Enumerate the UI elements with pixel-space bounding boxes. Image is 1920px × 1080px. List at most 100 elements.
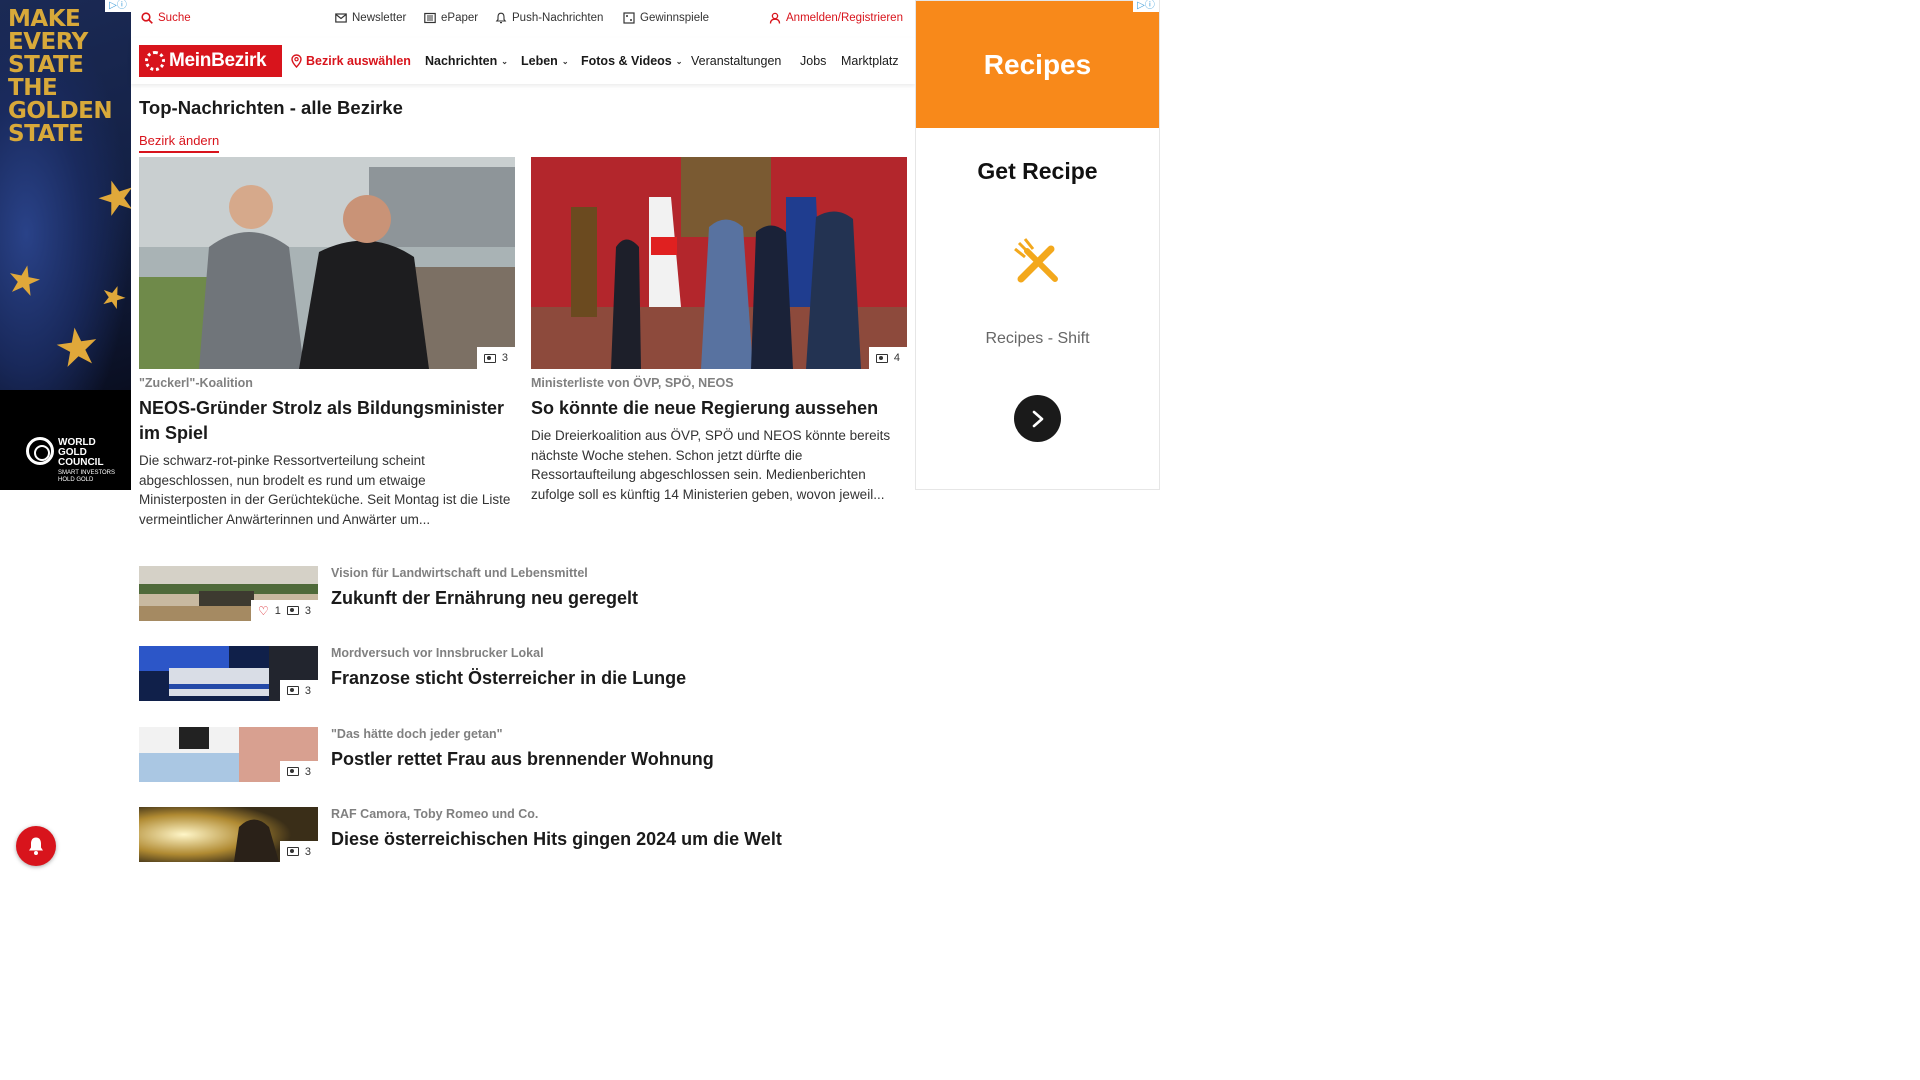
article-headline[interactable]: Franzose sticht Österreicher in die Lung… [331, 668, 686, 689]
article-headline[interactable]: So könnte die neue Regierung aussehen [531, 396, 907, 421]
pick-district-label: Bezirk auswählen [306, 54, 411, 68]
mail-icon [335, 13, 347, 23]
epaper-label: ePaper [441, 12, 479, 24]
section-title: Top-Nachrichten - alle Bezirke [139, 97, 403, 118]
photo-count-badge: 3 [279, 680, 318, 701]
featured-article[interactable]: 4 Ministerliste von ÖVP, SPÖ, NEOS So kö… [531, 157, 907, 504]
right-ad-banner[interactable]: Recipes Get Recipe Recipes - Shift [915, 0, 1160, 490]
nav-item-nachrichten[interactable]: Nachrichten ⌄ [425, 54, 508, 68]
nav-scroll-fade [895, 38, 915, 84]
bell-icon [29, 837, 43, 855]
fork-knife-icon [1014, 238, 1058, 283]
nav-item-leben[interactable]: Leben ⌄ [521, 54, 569, 68]
location-pin-icon [291, 54, 302, 68]
chevron-right-icon [1032, 410, 1043, 427]
photo-count-badge: 3 [279, 841, 318, 862]
photo-count: 3 [304, 604, 311, 617]
main-navigation: MeinBezirk Bezirk auswählen Nachrichten ⌄… [131, 38, 915, 84]
article-headline[interactable]: Postler rettet Frau aus brennender Wohnu… [331, 749, 714, 770]
pick-district-button[interactable]: Bezirk auswählen [291, 54, 411, 68]
article-kicker: Mordversuch vor Innsbrucker Lokal [331, 646, 544, 660]
chevron-down-icon: ⌄ [561, 56, 569, 66]
camera-icon [286, 767, 299, 776]
nav-item-veranstaltungen[interactable]: Veranstaltungen [691, 54, 781, 68]
article-kicker: Ministerliste von ÖVP, SPÖ, NEOS [531, 376, 734, 390]
article-photo [531, 157, 907, 369]
ad-tagline: SMART INVESTORS HOLD GOLD [58, 470, 116, 483]
reactions-badge: ♡ 1 3 [250, 600, 318, 621]
photo-count: 3 [304, 684, 311, 697]
article-thumbnail[interactable]: 3 [139, 807, 318, 862]
featured-article[interactable]: 3 "Zuckerl"-Koalition NEOS-Gründer Strol… [139, 157, 515, 529]
newsletter-link[interactable]: Newsletter [335, 12, 406, 24]
nav-item-label: Veranstaltungen [691, 54, 782, 68]
article-headline[interactable]: NEOS-Gründer Strolz als Bildungsminister… [139, 396, 515, 446]
epaper-link[interactable]: ePaper [424, 12, 478, 24]
list-item[interactable]: 3 RAF Camora, Toby Romeo und Co. Diese ö… [139, 807, 907, 862]
photo-count-badge: 3 [279, 761, 318, 782]
nav-item-marktplatz[interactable]: Marktplatz [841, 54, 899, 68]
heart-icon: ♡ [257, 603, 269, 618]
page: ★ ★ ★ ★ MAKE EVERY STATE THE GOLDEN STAT… [0, 0, 1568, 882]
article-headline[interactable]: Diese österreichischen Hits gingen 2024 … [331, 829, 782, 850]
adchoices-icon[interactable]: ▷ⓘ [105, 0, 131, 12]
photo-count: 3 [501, 352, 508, 364]
camera-icon [286, 606, 299, 615]
list-item[interactable]: 3 "Das hätte doch jeder getan" Postler r… [139, 727, 907, 782]
left-ad-banner[interactable]: ★ ★ ★ ★ MAKE EVERY STATE THE GOLDEN STAT… [0, 0, 131, 490]
photo-count-badge: 4 [868, 347, 907, 369]
ad-brand: WORLD GOLD COUNCIL [58, 437, 104, 468]
nav-item-label: Leben [521, 54, 558, 68]
world-gold-council-logo [26, 437, 54, 465]
nav-item-label: Jobs [800, 54, 827, 68]
chevron-down-icon: ⌄ [675, 56, 683, 66]
camera-icon [286, 686, 299, 695]
article-lead: Die schwarz-rot-pinke Ressortverteilung … [139, 453, 511, 527]
photo-count: 3 [304, 845, 311, 858]
article-thumbnail[interactable]: ♡ 1 3 [139, 566, 318, 621]
utility-bar: Suche Newsletter ePaper Push-Nachrichten… [131, 0, 915, 38]
ad-header: Recipes [916, 1, 1159, 128]
change-district-link[interactable]: Bezirk ändern [139, 133, 220, 153]
ad-headline: MAKE EVERY STATE THE GOLDEN STATE [8, 6, 113, 147]
article-kicker: RAF Camora, Toby Romeo und Co. [331, 807, 539, 821]
ad-next-button[interactable] [1014, 395, 1061, 442]
article-photo [139, 157, 515, 369]
nav-item-label: Fotos & Videos [581, 54, 672, 68]
photo-count: 4 [893, 352, 900, 364]
article-kicker: "Zuckerl"-Koalition [139, 376, 253, 390]
article-image[interactable]: 4 [531, 157, 907, 369]
article-thumbnail[interactable]: 3 [139, 646, 318, 701]
ad-subtitle: Recipes - Shift [985, 330, 1090, 347]
gewinnspiele-label: Gewinnspiele [640, 12, 710, 24]
star-icon: ★ [50, 316, 105, 380]
article-headline[interactable]: Zukunft der Ernährung neu geregelt [331, 588, 638, 609]
nav-item-jobs[interactable]: Jobs [800, 54, 826, 68]
list-item[interactable]: 3 Mordversuch vor Innsbrucker Lokal Fran… [139, 646, 907, 701]
article-kicker: Vision für Landwirtschaft und Lebensmitt… [331, 566, 588, 580]
photo-count: 3 [304, 765, 311, 778]
nav-item-label: Nachrichten [425, 54, 498, 68]
nav-item-fotos-videos[interactable]: Fotos & Videos ⌄ [581, 54, 682, 68]
ad-title: Get Recipe [977, 158, 1098, 184]
push-link[interactable]: Push-Nachrichten [495, 12, 603, 24]
camera-icon [875, 353, 888, 363]
search-link[interactable]: Suche [141, 12, 191, 24]
search-label: Suche [158, 12, 191, 24]
adchoices-icon[interactable]: ▷ⓘ [1133, 0, 1159, 12]
like-count: 1 [274, 604, 281, 617]
push-notification-button[interactable] [16, 826, 56, 866]
article-image[interactable]: 3 [139, 157, 515, 369]
newsletter-label: Newsletter [352, 12, 407, 24]
camera-icon [286, 847, 299, 856]
article-lead: Die Dreierkoalition aus ÖVP, SPÖ und NEO… [531, 428, 891, 502]
site-logo[interactable]: MeinBezirk [139, 45, 282, 77]
gift-icon [623, 12, 635, 24]
article-thumbnail[interactable]: 3 [139, 727, 318, 782]
logo-text: MeinBezirk [169, 50, 267, 71]
gewinnspiele-link[interactable]: Gewinnspiele [623, 12, 709, 24]
bell-icon [495, 12, 507, 24]
list-item[interactable]: ♡ 1 3 Vision für Landwirtschaft und Lebe… [139, 566, 907, 621]
chevron-down-icon: ⌄ [501, 56, 508, 66]
login-link[interactable]: Anmelden/Registrieren [769, 12, 903, 24]
